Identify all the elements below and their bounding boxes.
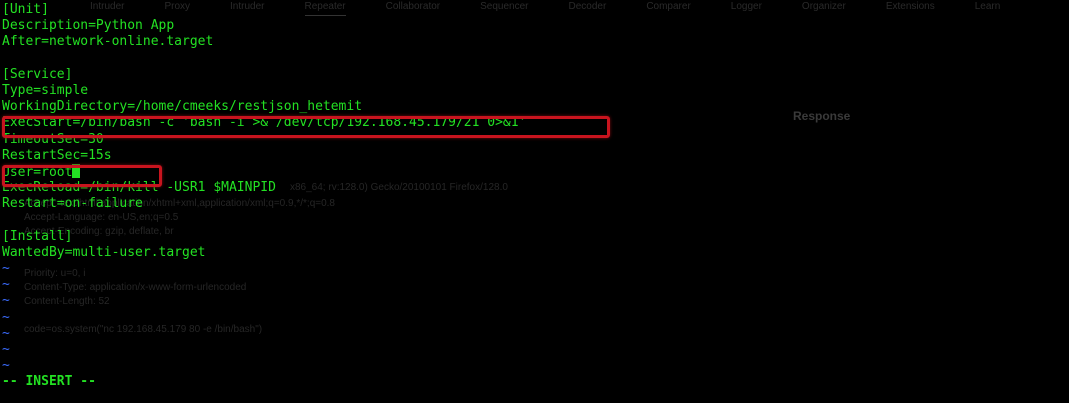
file-line-after: After=network-online.target [2, 34, 214, 50]
insert-mode-indicator: -- INSERT -- [2, 374, 96, 390]
empty-line-marker: ~ [2, 325, 10, 341]
empty-line-marker: ~ [2, 358, 10, 374]
vim-editor[interactable]: [Unit] Description=Python App After=netw… [2, 2, 1062, 391]
file-line-install-section: [Install] [2, 228, 73, 244]
file-line-service-section: [Service] [2, 66, 73, 82]
execstart-highlight-box [2, 116, 610, 138]
empty-line-marker: ~ [2, 277, 10, 293]
file-line-working-directory: WorkingDirectory=/home/cmeeks/restjson_h… [2, 99, 363, 115]
file-line-blank [2, 51, 1062, 67]
user-highlight-box [2, 165, 162, 187]
file-line-restart-sec: RestartSec=15s [2, 147, 112, 163]
file-line-blank [2, 212, 1062, 228]
empty-line-marker: ~ [2, 341, 10, 357]
file-line-wantedby: WantedBy=multi-user.target [2, 244, 206, 260]
file-line-unit-section: [Unit] [2, 2, 49, 17]
file-line-restart: Restart=on-failure [2, 196, 143, 212]
file-line-description: Description=Python App [2, 18, 175, 34]
empty-line-marker: ~ [2, 309, 10, 325]
empty-line-marker: ~ [2, 293, 10, 309]
file-line-type: Type=simple [2, 82, 89, 98]
empty-line-marker: ~ [2, 261, 10, 276]
